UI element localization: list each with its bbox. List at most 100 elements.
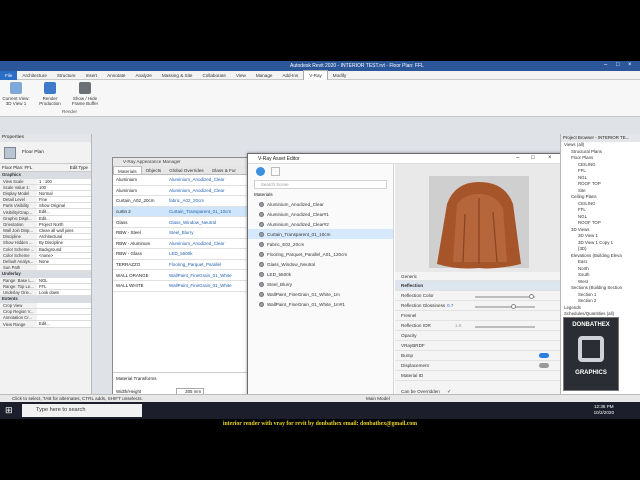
property-row[interactable]: View Range Edit...	[0, 321, 91, 328]
property-value[interactable]	[37, 302, 91, 309]
reflection-section[interactable]: Reflection	[395, 281, 563, 291]
material-id-section[interactable]: Material ID	[395, 371, 563, 381]
material-map-row[interactable]: RBW - Aluminum Aluminium_Anodized_Clear	[113, 239, 251, 250]
tab-modify[interactable]: Modify	[328, 71, 352, 80]
vraybrdf-section[interactable]: VRayBRDF	[395, 341, 563, 351]
minimize-icon[interactable]: –	[604, 62, 607, 68]
material-list-item[interactable]: Aluminium_Anodized_Clear#1	[248, 209, 393, 219]
displacement-toggle[interactable]	[539, 363, 549, 368]
material-list-item[interactable]: LED_5500k	[248, 269, 393, 279]
property-value[interactable]: Clean all wall joins	[37, 228, 91, 234]
tab-objects[interactable]: Objects	[142, 166, 166, 174]
vray-material-link[interactable]: Aluminium_Anodized_Clear	[169, 188, 251, 193]
tab-architecture[interactable]: Architecture	[17, 71, 52, 80]
property-value[interactable]: 1 : 100	[37, 178, 91, 184]
tab-annotate[interactable]: Annotate	[102, 71, 130, 80]
bump-toggle[interactable]	[539, 353, 549, 358]
displacement-section[interactable]: Displacement	[395, 361, 563, 371]
property-value[interactable]	[37, 309, 91, 315]
property-value[interactable]: Edit...	[37, 321, 91, 327]
maximize-icon[interactable]: □	[616, 62, 620, 68]
property-value[interactable]: None	[37, 258, 91, 265]
property-value[interactable]: <none>	[37, 252, 91, 258]
material-map-row[interactable]: Curtain_A02_20cm fabric_A02_20cm	[113, 196, 251, 207]
tab-manage[interactable]: Manage	[251, 71, 278, 80]
render-production-button[interactable]: Render Production	[36, 82, 64, 106]
material-list-item[interactable]: WallPaint_FineGrain_01_White_1m	[248, 289, 393, 299]
property-value[interactable]: Edit...	[37, 209, 91, 215]
vray-material-link[interactable]: Aluminium_Anodized_Clear	[169, 177, 251, 182]
material-map-row[interactable]: WALL WHITE WallPaint_FineGrain_01_White	[113, 281, 251, 292]
tab-add-ins[interactable]: Add-Ins	[277, 71, 303, 80]
materials-category-icon[interactable]	[256, 166, 265, 176]
tab-analyze[interactable]: Analyze	[130, 71, 156, 80]
property-value[interactable]: Show Original	[37, 203, 91, 209]
material-map-row[interactable]: Aluminium Aluminium_Anodized_Clear	[113, 175, 251, 186]
tab-collaborate[interactable]: Collaborate	[197, 71, 231, 80]
fresnel-row[interactable]: Fresnel	[395, 311, 563, 321]
type-selector[interactable]: Floor Plan	[0, 142, 91, 164]
property-value[interactable]: By Discipline	[37, 240, 91, 246]
vray-material-link[interactable]: Curtain_Transparent_01_10cm	[169, 209, 251, 214]
property-value[interactable]: Look down	[37, 290, 91, 296]
material-list-item[interactable]: WallPaint_FineGrain_01_White_1m#1	[248, 299, 393, 309]
glossiness-value[interactable]: 0.7	[447, 303, 453, 308]
property-value[interactable]: Edit...	[37, 215, 91, 221]
vray-material-link[interactable]: Steel_Blurry	[169, 230, 251, 235]
material-list-item[interactable]: Aluminium_Anodized_Clear	[248, 199, 393, 209]
current-view-button[interactable]: Current View: 3D View 1	[2, 82, 30, 106]
close-icon[interactable]: ×	[628, 62, 632, 68]
bump-section[interactable]: Bump	[395, 351, 563, 361]
tab-view[interactable]: View	[231, 71, 251, 80]
vray-material-link[interactable]: WallPaint_FineGrain_01_White	[169, 273, 251, 278]
ior-value[interactable]: 1.6	[455, 323, 461, 328]
material-list-item[interactable]: Steel_Blurry	[248, 279, 393, 289]
tab-glass-fur[interactable]: Glass & Fur	[208, 166, 240, 174]
material-list-item[interactable]: Curtain_Transparent_01_10cm	[248, 229, 393, 239]
tab-materials[interactable]: Materials	[113, 166, 142, 174]
opacity-section[interactable]: Opacity	[395, 331, 563, 341]
reflection-color-slider[interactable]	[475, 296, 535, 298]
material-map-row[interactable]: RBW - Glass LED_5500k	[113, 249, 251, 260]
vray-material-link[interactable]: Aluminium_Anodized_Clear	[169, 241, 251, 246]
vray-material-link[interactable]: fabric_A02_20cm	[169, 198, 251, 203]
ior-slider[interactable]	[475, 326, 535, 328]
material-map-row[interactable]: TERRAZZO Flooring_Parquet_Parallel	[113, 260, 251, 271]
property-value[interactable]: Architectural	[37, 234, 91, 240]
property-value[interactable]: 100	[37, 184, 91, 190]
material-list-item[interactable]: Aluminium_Anodized_Clear#2	[248, 219, 393, 229]
property-value[interactable]: FFL	[37, 284, 91, 290]
view-selector[interactable]: Floor Plan: FFL	[0, 165, 70, 170]
vray-material-link[interactable]: Glass_Window_Neutral	[169, 220, 251, 225]
material-list-item[interactable]: Fabric_E02_20cm	[248, 239, 393, 249]
property-value[interactable]: NGL	[37, 277, 91, 283]
material-map-row[interactable]: curtin 2 Curtain_Transparent_01_10cm	[113, 206, 251, 218]
property-value[interactable]: Background	[37, 246, 91, 252]
tab-massing-site[interactable]: Massing & Site	[157, 71, 198, 80]
property-value[interactable]	[37, 315, 91, 321]
tab-vray[interactable]: V-Ray	[303, 70, 328, 80]
material-list-item[interactable]: Glass_Window_Neutral	[248, 259, 393, 269]
property-value[interactable]: Fine	[37, 197, 91, 203]
edit-type-button[interactable]: Edit Type	[70, 165, 91, 170]
property-value[interactable]: Project North	[37, 221, 91, 227]
close-icon[interactable]: ×	[548, 155, 552, 161]
tab-global-overrides[interactable]: Global Overrides	[165, 166, 207, 174]
reflection-color-knob[interactable]	[529, 294, 534, 299]
material-map-row[interactable]: WALL ORANGE WallPaint_FineGrain_01_White	[113, 270, 251, 281]
material-map-row[interactable]: Aluminium Aluminium_Anodized_Clear	[113, 186, 251, 197]
textures-category-icon[interactable]	[271, 166, 280, 176]
material-map-row[interactable]: Glass Glass_Window_Neutral	[113, 217, 251, 228]
vray-material-link[interactable]: WallPaint_FineGrain_01_White	[169, 283, 251, 288]
minimize-icon[interactable]: –	[516, 155, 519, 161]
glossiness-knob[interactable]	[511, 304, 516, 309]
tab-insert[interactable]: Insert	[81, 71, 103, 80]
vray-material-link[interactable]: LED_5500k	[169, 251, 251, 256]
tab-file[interactable]: File	[0, 70, 18, 80]
material-map-row[interactable]: RBW - Steel Steel_Blurry	[113, 228, 251, 239]
vray-material-link[interactable]: Flooring_Parquet_Parallel	[169, 262, 251, 267]
windows-start-icon[interactable]: ⊞	[5, 405, 13, 416]
property-value[interactable]: Normal	[37, 190, 91, 197]
maximize-icon[interactable]: □	[531, 155, 535, 161]
taskbar-search-input[interactable]: Type here to search	[22, 404, 142, 417]
